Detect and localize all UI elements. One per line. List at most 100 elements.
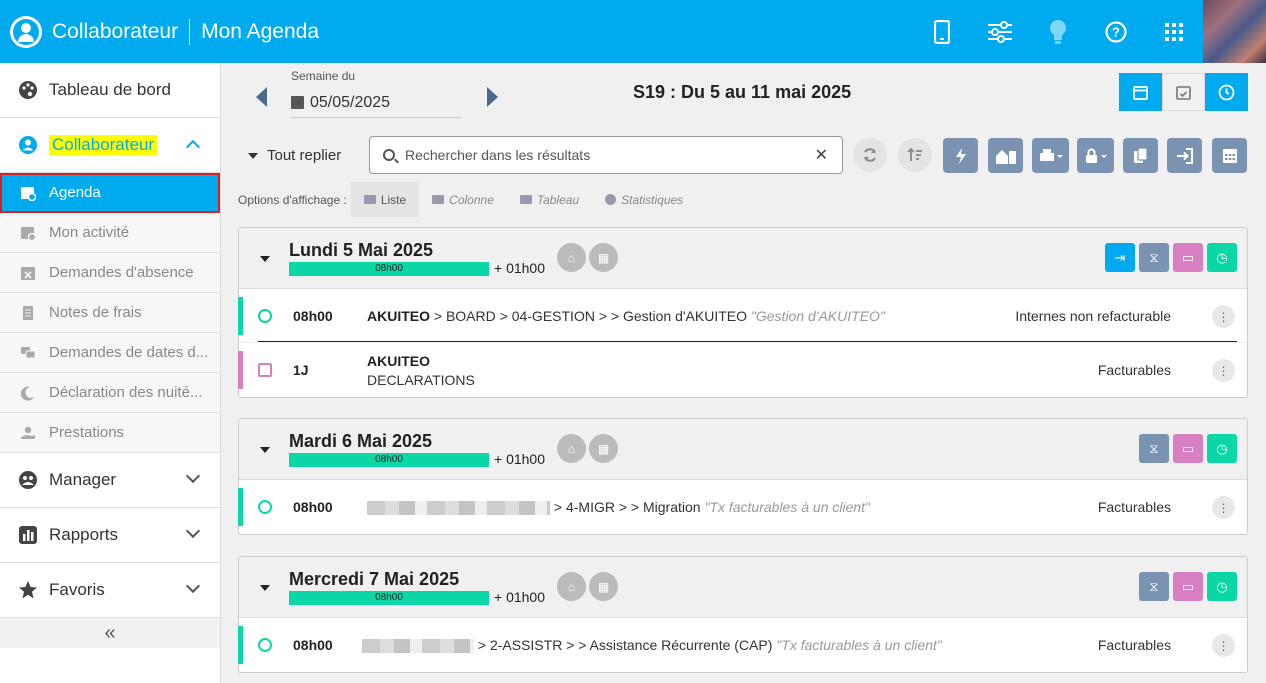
entry-type-stripe bbox=[238, 351, 243, 389]
next-week-button[interactable] bbox=[487, 87, 498, 107]
day-header[interactable]: Mercredi 7 Mai 2025 08h00 + 01h00 ⌂ ▦ ⧖ … bbox=[239, 557, 1247, 618]
sidebar-item-demandes-absence[interactable]: Demandes d'absence bbox=[0, 253, 220, 293]
hourglass-button[interactable]: ⧖ bbox=[1139, 243, 1169, 272]
option-statistiques[interactable]: Statistiques bbox=[592, 182, 696, 217]
sidebar-collapse-button[interactable]: « bbox=[0, 618, 220, 648]
sidebar-item-label: Favoris bbox=[49, 580, 105, 599]
more-options-icon[interactable]: ⋮ bbox=[1212, 496, 1235, 519]
clock-plus-button[interactable]: ◷ bbox=[1207, 243, 1237, 272]
display-options-label: Options d'affichage : bbox=[238, 192, 347, 207]
time-entry-row[interactable]: 08h00 AKUITEO > BOARD > 04-GESTION > > G… bbox=[238, 289, 1247, 343]
sort-button[interactable] bbox=[898, 138, 932, 172]
hourglass-button[interactable]: ⧖ bbox=[1139, 434, 1169, 463]
day-actions: ⧖ ▭ ◷ bbox=[1135, 572, 1237, 601]
option-liste[interactable]: Liste bbox=[350, 182, 420, 217]
hours-bar: 08h00 bbox=[289, 262, 489, 276]
more-options-icon[interactable]: ⋮ bbox=[1212, 359, 1235, 382]
mobile-icon[interactable] bbox=[913, 0, 971, 63]
refresh-button[interactable] bbox=[853, 138, 887, 172]
sliders-icon[interactable] bbox=[971, 0, 1029, 63]
home-office-icon[interactable]: ⌂ bbox=[557, 572, 586, 601]
building-home-button[interactable] bbox=[988, 138, 1023, 173]
copy-button[interactable] bbox=[1123, 138, 1158, 173]
calendar-check-view-button[interactable] bbox=[1162, 73, 1205, 111]
lock-button[interactable] bbox=[1077, 138, 1114, 173]
sidebar-item-manager[interactable]: Manager bbox=[0, 453, 220, 508]
sidebar-item-collaborateur[interactable]: Collaborateur bbox=[0, 118, 220, 173]
apps-grid-icon[interactable] bbox=[1145, 0, 1203, 63]
redacted-text bbox=[367, 501, 550, 516]
moon-stars-icon bbox=[20, 385, 36, 401]
app-title[interactable]: Collaborateur bbox=[52, 20, 178, 44]
clock-icon bbox=[258, 500, 272, 514]
calendar-minus-button[interactable]: ▭ bbox=[1173, 243, 1203, 272]
sidebar-item-label: Notes de frais bbox=[49, 304, 142, 321]
more-options-icon[interactable]: ⋮ bbox=[1212, 305, 1235, 328]
clock-plus-button[interactable]: ◷ bbox=[1207, 434, 1237, 463]
search-box: ✕ bbox=[369, 136, 843, 174]
option-colonne[interactable]: Colonne bbox=[419, 182, 507, 217]
sidebar-item-declaration-nuitees[interactable]: Déclaration des nuité... bbox=[0, 373, 220, 413]
calendar-minus-button[interactable]: ▭ bbox=[1173, 572, 1203, 601]
avatar[interactable] bbox=[1203, 0, 1266, 63]
sidebar-item-favoris[interactable]: Favoris bbox=[0, 563, 220, 618]
collapse-all-button[interactable]: Tout replier bbox=[248, 147, 341, 164]
sidebar-item-rapports[interactable]: Rapports bbox=[0, 508, 220, 563]
day-status-icons: ⌂ ▦ bbox=[557, 572, 621, 601]
entry-category: Facturables bbox=[1097, 499, 1171, 515]
sign-in-button[interactable]: ⇥ bbox=[1105, 243, 1135, 272]
clock-plus-button[interactable]: ◷ bbox=[1207, 572, 1237, 601]
caret-down-icon[interactable] bbox=[260, 447, 270, 453]
lightbulb-icon[interactable] bbox=[1029, 0, 1087, 63]
caret-down-icon[interactable] bbox=[260, 585, 270, 591]
entry-description: AKUITEO DECLARATIONS bbox=[367, 352, 475, 390]
home-office-icon[interactable]: ⌂ bbox=[557, 434, 586, 463]
sidebar-item-agenda[interactable]: Agenda bbox=[0, 173, 220, 213]
close-icon[interactable]: ✕ bbox=[815, 145, 828, 165]
chart-icon bbox=[18, 525, 38, 545]
more-options-icon[interactable]: ⋮ bbox=[1212, 634, 1235, 657]
calendar-minus-button[interactable]: ▭ bbox=[1173, 434, 1203, 463]
day-header[interactable]: Lundi 5 Mai 2025 08h00 + 01h00 ⌂ ▦ ⇥ ⧖ ▭… bbox=[239, 228, 1247, 289]
time-entry-row[interactable]: 08h00 > 2-ASSISTR > > Assistance Récurre… bbox=[238, 618, 1247, 672]
sidebar-item-label: Tableau de bord bbox=[49, 80, 171, 99]
print-button[interactable] bbox=[1032, 138, 1069, 173]
office-building-icon[interactable]: ▦ bbox=[589, 243, 618, 272]
sidebar-item-demandes-dates[interactable]: Demandes de dates d... bbox=[0, 333, 220, 373]
sign-in-button[interactable] bbox=[1167, 138, 1202, 173]
sidebar-item-prestations[interactable]: Prestations bbox=[0, 413, 220, 453]
clock-view-button[interactable] bbox=[1205, 73, 1248, 111]
entry-note: "Gestion d'AKUITEO" bbox=[750, 308, 885, 324]
entry-type-stripe bbox=[238, 297, 243, 335]
day-title: Mardi 6 Mai 2025 bbox=[289, 431, 433, 451]
calendar-button[interactable] bbox=[1212, 138, 1247, 173]
office-building-icon[interactable]: ▦ bbox=[589, 434, 618, 463]
sidebar-item-dashboard[interactable]: Tableau de bord bbox=[0, 63, 220, 118]
prev-week-button[interactable] bbox=[256, 87, 267, 107]
svg-text:?: ? bbox=[1112, 24, 1120, 39]
title-separator bbox=[189, 18, 191, 45]
home-office-icon[interactable]: ⌂ bbox=[557, 243, 586, 272]
office-building-icon[interactable]: ▦ bbox=[589, 572, 618, 601]
entry-description: > 2-ASSISTR > > Assistance Récurrente (C… bbox=[362, 637, 942, 654]
time-entry-row[interactable]: 1J AKUITEO DECLARATIONS Facturables ⋮ bbox=[238, 343, 1247, 397]
day-actions: ⧖ ▭ ◷ bbox=[1135, 434, 1237, 463]
calendar-view-button[interactable] bbox=[1119, 73, 1162, 111]
extra-hours: + 01h00 bbox=[494, 451, 545, 467]
option-tableau[interactable]: Tableau bbox=[507, 182, 592, 217]
sidebar-item-label: Déclaration des nuité... bbox=[49, 384, 203, 401]
sidebar-item-mon-activite[interactable]: Mon activité bbox=[0, 213, 220, 253]
day-header[interactable]: Mardi 6 Mai 2025 08h00 + 01h00 ⌂ ▦ ⧖ ▭ ◷ bbox=[239, 419, 1247, 480]
week-date-field[interactable]: 05/05/2025 bbox=[291, 88, 461, 118]
bolt-button[interactable] bbox=[943, 138, 978, 173]
search-input[interactable] bbox=[405, 147, 815, 163]
user-circle-icon[interactable] bbox=[10, 15, 42, 48]
sidebar-item-label: Mon activité bbox=[49, 224, 130, 241]
day-status-icons: ⌂ ▦ bbox=[557, 243, 621, 272]
help-icon[interactable]: ? bbox=[1087, 0, 1145, 63]
divider bbox=[258, 341, 1237, 342]
time-entry-row[interactable]: 08h00 > 4-MIGR > > Migration "Tx factura… bbox=[238, 480, 1247, 534]
hourglass-button[interactable]: ⧖ bbox=[1139, 572, 1169, 601]
caret-down-icon[interactable] bbox=[260, 256, 270, 262]
sidebar-item-notes-de-frais[interactable]: Notes de frais bbox=[0, 293, 220, 333]
